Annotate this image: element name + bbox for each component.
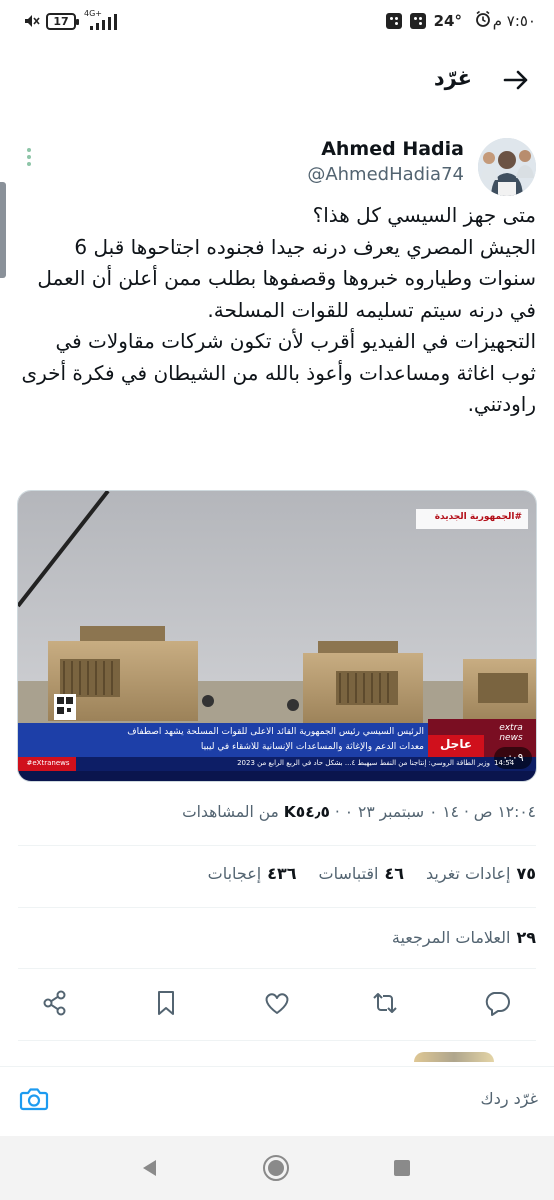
status-temperature: 24° bbox=[433, 12, 462, 30]
channel-hashtag: #eXtranews bbox=[26, 759, 70, 767]
camera-icon[interactable] bbox=[18, 1083, 50, 1115]
reply-bar: غرّد ردك bbox=[0, 1066, 554, 1130]
battery-icon: 17 bbox=[46, 13, 79, 30]
author-handle[interactable]: @AhmedHadia74 bbox=[307, 164, 464, 185]
author-name[interactable]: Ahmed Hadia bbox=[321, 138, 464, 160]
tweet-meta: ١٢:٠٤ ص · ١٤ ٠ سبتمبر ٢٣ ٠ · K٥٤٫٥ من ال… bbox=[182, 803, 536, 821]
divider bbox=[18, 968, 536, 969]
quotes-count: ٤٦ bbox=[384, 864, 405, 883]
breaking-label: عاجل bbox=[439, 737, 473, 751]
nav-recent-apps-icon[interactable] bbox=[394, 1160, 410, 1176]
signal-icon bbox=[90, 14, 117, 30]
battery-level: 17 bbox=[53, 15, 69, 28]
likes-stat[interactable]: ٤٣٦ إعجابات bbox=[208, 864, 297, 883]
views-label: من المشاهدات bbox=[182, 803, 279, 821]
ticker-line-2: معدات الدعم والإغاثة والمساعدات الإنساني… bbox=[200, 742, 424, 752]
mute-icon bbox=[25, 15, 40, 27]
bookmarks-count: ٢٩ bbox=[516, 928, 536, 947]
scroll-indicator bbox=[0, 182, 6, 278]
quotes-stat[interactable]: ٤٦ اقتباسات bbox=[319, 864, 405, 883]
avatar[interactable] bbox=[478, 138, 536, 196]
tweet-text: متى جهز السيسي كل هذا؟ الجيش المصري يعرف… bbox=[21, 203, 536, 416]
tweet-timestamp: ١٢:٠٤ ص · ١٤ ٠ سبتمبر ٢٣ ٠ · bbox=[334, 803, 536, 821]
status-bar: ٧:٥٠ م 24° 4G+ 17 bbox=[0, 0, 554, 44]
retweet-icon[interactable] bbox=[370, 988, 400, 1018]
divider bbox=[18, 1040, 536, 1041]
notification-icon bbox=[386, 13, 402, 29]
system-nav-bar bbox=[0, 1136, 554, 1200]
retweets-count: ٧٥ bbox=[516, 864, 536, 883]
alarm-icon bbox=[476, 10, 490, 27]
engagement-stats: ٧٥ إعادات تغريد ٤٦ اقتباسات ٤٣٦ إعجابات bbox=[208, 864, 536, 883]
retweets-stat[interactable]: ٧٥ إعادات تغريد bbox=[426, 864, 536, 883]
nav-home-icon[interactable] bbox=[263, 1155, 289, 1181]
likes-label: إعجابات bbox=[207, 864, 262, 883]
retweets-label: إعادات تغريد bbox=[426, 864, 511, 883]
views-count: K٥٤٫٥ bbox=[283, 803, 330, 821]
quotes-label: اقتباسات bbox=[318, 864, 379, 883]
reply-input[interactable]: غرّد ردك bbox=[481, 1089, 538, 1108]
bookmarks-label: العلامات المرجعية bbox=[391, 928, 511, 947]
bookmarks-stat[interactable]: ٢٩ العلامات المرجعية bbox=[392, 928, 536, 947]
notification-icon bbox=[410, 13, 426, 29]
more-vertical-icon[interactable] bbox=[26, 148, 32, 168]
tweet-actions bbox=[0, 988, 554, 1024]
share-icon[interactable] bbox=[40, 988, 70, 1018]
next-tweet-peek bbox=[414, 1052, 494, 1062]
truck-center bbox=[287, 641, 423, 725]
truck-right bbox=[463, 659, 536, 723]
video-duration: ٠:٠٩ bbox=[502, 751, 524, 764]
likes-count: ٤٣٦ bbox=[267, 864, 297, 883]
divider bbox=[18, 907, 536, 908]
divider bbox=[18, 845, 536, 846]
reply-icon[interactable] bbox=[482, 988, 512, 1018]
channel-logo: extra news bbox=[499, 723, 523, 743]
nav-back-icon[interactable] bbox=[140, 1158, 158, 1178]
ticker-line-1: الرئيس السيسي رئيس الجمهورية القائد الأع… bbox=[127, 727, 424, 737]
arrow-right-icon[interactable] bbox=[500, 64, 532, 96]
news-ticker: وزير الطاقة الروسي: إنتاجنا من النفط سيه… bbox=[237, 759, 490, 767]
page-title: غرّد bbox=[433, 66, 472, 90]
channel-tag: #الجمهورية الجديدة bbox=[434, 512, 522, 522]
video-player[interactable]: #الجمهورية الجديدة الرئيس السيسي رئيس ال… bbox=[17, 490, 537, 782]
bookmark-icon[interactable] bbox=[151, 988, 181, 1018]
heart-icon[interactable] bbox=[262, 988, 292, 1018]
status-time: ٧:٥٠ م bbox=[492, 12, 536, 30]
top-header: غرّد bbox=[0, 44, 554, 116]
